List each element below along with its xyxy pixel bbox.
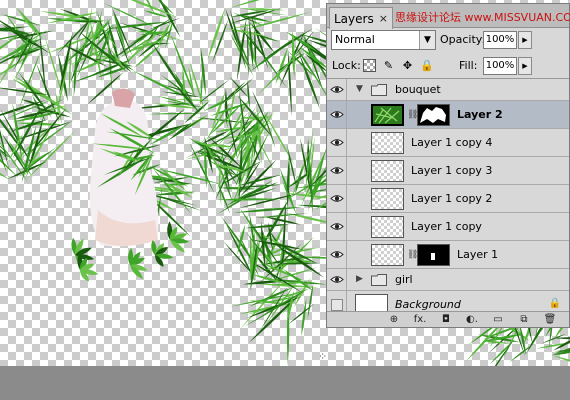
layer-mask-thumbnail[interactable] <box>417 244 450 266</box>
layer-name: Layer 1 copy 4 <box>411 136 493 149</box>
layer-thumbnail[interactable] <box>371 132 404 154</box>
leaf-blade <box>550 354 570 362</box>
layer-thumbnail[interactable] <box>371 216 404 238</box>
status-bar <box>0 366 570 400</box>
leaf-blade <box>68 49 71 98</box>
layers-panel-footer: ⊕ fx. ◘ ◐. ▭ ⧉ 🗑 <box>327 311 569 327</box>
layer-thumbnail[interactable] <box>371 244 404 266</box>
expand-arrow-right-icon[interactable]: ▶ <box>356 274 363 284</box>
leaf-blade <box>133 43 163 69</box>
lock-label: Lock: <box>332 59 361 72</box>
blend-mode-value: Normal <box>335 33 375 46</box>
tab-layers[interactable]: Layers × <box>329 7 393 29</box>
visibility-eye-icon[interactable] <box>327 185 347 212</box>
visibility-eye-icon[interactable] <box>327 129 347 156</box>
leaf-blade <box>229 0 260 8</box>
visibility-eye-icon[interactable] <box>327 79 347 100</box>
lock-fill-row: Lock: ✎ ✥ 🔒 Fill: 100% ▶ <box>327 54 569 80</box>
canvas-resize-grip[interactable]: ⁘ <box>318 350 332 364</box>
leaf-blade <box>287 48 292 117</box>
lock-move-icon[interactable]: ✥ <box>401 59 414 72</box>
tab-layers-label: Layers <box>334 11 374 26</box>
layer-row-layer-1[interactable]: ⛓ Layer 1 <box>327 241 569 269</box>
visibility-eye-icon[interactable] <box>327 269 347 290</box>
panel-tab-bar: Layers × 思缘设计论坛 www.MISSVUAN.COM <box>327 4 570 29</box>
layer-thumbnail[interactable] <box>371 104 404 126</box>
link-layers-icon[interactable]: ⊕ <box>385 313 403 326</box>
fx-icon[interactable]: fx. <box>411 313 429 326</box>
leaf-blade <box>301 297 307 337</box>
mask-link-icon[interactable]: ⛓ <box>407 109 418 121</box>
visibility-eye-icon[interactable] <box>327 241 347 268</box>
layers-panel: Layers × 思缘设计论坛 www.MISSVUAN.COM Normal … <box>326 3 570 328</box>
blend-mode-select[interactable]: Normal ▼ <box>331 30 436 50</box>
new-group-icon[interactable]: ▭ <box>489 313 507 326</box>
expand-arrow-down-icon[interactable]: ▼ <box>356 84 363 94</box>
leaf-blade <box>39 27 46 96</box>
leaf-blade <box>172 99 213 101</box>
layer-row-layer-1-copy[interactable]: Layer 1 copy <box>327 213 569 241</box>
lock-transparent-icon[interactable] <box>363 59 376 72</box>
new-layer-icon[interactable]: ⧉ <box>515 313 533 326</box>
layer-name: Layer 1 <box>457 248 499 261</box>
layer-name: Layer 1 copy <box>411 220 482 233</box>
layer-name: girl <box>395 273 413 286</box>
leaf-blade <box>175 84 201 114</box>
layer-name: Layer 1 copy 3 <box>411 164 493 177</box>
leaf-blade <box>247 79 250 109</box>
layer-row-layer-1-copy-4[interactable]: Layer 1 copy 4 <box>327 129 569 157</box>
leaf-blade <box>217 181 231 214</box>
blend-opacity-row: Normal ▼ Opacity: 100% ▶ <box>327 28 569 54</box>
visibility-eye-icon[interactable] <box>327 101 347 128</box>
layer-group-girl[interactable]: ▶ girl <box>327 269 569 291</box>
leaf-blade <box>16 122 63 126</box>
leaf-blade <box>277 262 320 265</box>
layer-list: ▼ bouquet ⛓ Layer 2 Layer 1 copy 4 Layer… <box>327 78 569 319</box>
leaf-blade <box>263 216 301 225</box>
layer-row-layer-2[interactable]: ⛓ Layer 2 <box>327 101 569 129</box>
layer-mask-thumbnail[interactable] <box>417 104 450 126</box>
chevron-down-icon[interactable]: ▼ <box>419 31 435 49</box>
opacity-field[interactable]: 100% <box>483 31 517 49</box>
layer-name: bouquet <box>395 83 441 96</box>
fill-field[interactable]: 100% <box>483 57 517 75</box>
layer-group-bouquet[interactable]: ▼ bouquet <box>327 79 569 101</box>
layer-name: Layer 1 copy 2 <box>411 192 493 205</box>
layer-thumbnail[interactable] <box>371 160 404 182</box>
visibility-eye-icon[interactable] <box>327 213 347 240</box>
layer-name: Layer 2 <box>457 108 503 121</box>
add-mask-icon[interactable]: ◘ <box>437 313 455 326</box>
adjustment-layer-icon[interactable]: ◐. <box>463 313 481 326</box>
lock-paint-icon[interactable]: ✎ <box>382 59 395 72</box>
folder-icon <box>371 274 387 286</box>
layer-row-layer-1-copy-2[interactable]: Layer 1 copy 2 <box>327 185 569 213</box>
fill-label: Fill: <box>459 59 478 72</box>
leaf-blade <box>248 34 288 89</box>
fill-slider-button[interactable]: ▶ <box>518 57 532 75</box>
leaf-blade <box>282 180 297 215</box>
lock-all-icon[interactable]: 🔒 <box>420 59 434 72</box>
mask-link-icon[interactable]: ⛓ <box>407 249 418 261</box>
opacity-label: Opacity: <box>440 33 486 46</box>
opacity-slider-button[interactable]: ▶ <box>518 31 532 49</box>
layer-row-layer-1-copy-3[interactable]: Layer 1 copy 3 <box>327 157 569 185</box>
leaf-blade <box>233 207 303 213</box>
trash-icon[interactable]: 🗑 <box>541 313 559 326</box>
close-icon[interactable]: × <box>379 9 388 29</box>
leaf-blade <box>0 87 52 96</box>
folder-icon <box>371 84 387 96</box>
leaf-blade <box>288 303 315 325</box>
watermark-text: 思缘设计论坛 www.MISSVUAN.COM <box>395 11 570 24</box>
leaf-blade <box>257 46 306 95</box>
lock-icon: 🔒 <box>548 298 561 309</box>
layer-thumbnail[interactable] <box>371 188 404 210</box>
visibility-eye-icon[interactable] <box>327 157 347 184</box>
